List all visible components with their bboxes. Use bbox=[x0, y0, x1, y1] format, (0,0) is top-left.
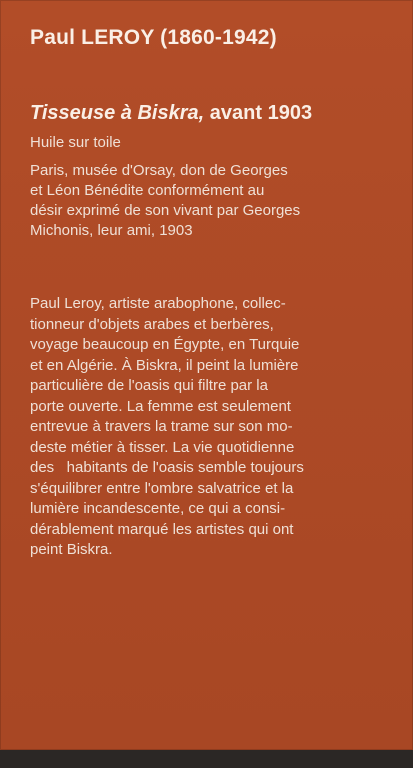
description-line: voyage beaucoup en Égypte, en Turquie bbox=[30, 336, 300, 353]
description-line: deste métier à tisser. La vie quotidienn… bbox=[30, 438, 295, 456]
description-line: lumière incandescente, ce qui a consi- bbox=[30, 500, 286, 517]
description-line: dérablement marqué les artistes qui ont bbox=[30, 520, 294, 538]
artwork-date: avant 1903 bbox=[209, 102, 313, 124]
label-content: Paul LEROY (1860-1942) Tisseuse à Biskra… bbox=[30, 22, 390, 561]
description-line: tionneur d'objets arabes et berbères, bbox=[30, 315, 274, 333]
description-line: des habitants de l'oasis semble toujours bbox=[30, 459, 304, 476]
artwork-title-italic: Tisseuse à Biskra, bbox=[30, 102, 205, 124]
description-line: porte ouverte. La femme est seulement bbox=[30, 397, 291, 415]
artwork-description: Paul Leroy, artiste arabophone, collec- … bbox=[30, 294, 390, 561]
artist-name: Paul LEROY (1860-1942) bbox=[30, 26, 277, 49]
provenance-line: désir exprimé de son vivant par Georges bbox=[30, 202, 301, 219]
description-line: entrevue à travers la trame sur son mo- bbox=[30, 418, 293, 435]
description-line: Paul Leroy, artiste arabophone, collec- bbox=[30, 295, 286, 312]
description-line: peint Biskra. bbox=[30, 541, 113, 558]
artwork-provenance: Paris, musée d'Orsay, don de Georges et … bbox=[30, 161, 390, 241]
provenance-line: Michonis, leur ami, 1903 bbox=[30, 222, 193, 239]
description-line: s'équilibrer entre l'ombre salvatrice et… bbox=[30, 479, 294, 497]
wall-shadow-strip bbox=[0, 750, 413, 768]
description-line: particulière de l'oasis qui filtre par l… bbox=[30, 377, 268, 394]
provenance-line: et Léon Bénédite conformément au bbox=[30, 182, 265, 199]
provenance-line: Paris, musée d'Orsay, don de Georges bbox=[30, 162, 288, 179]
artwork-medium: Huile sur toile bbox=[30, 134, 121, 151]
description-line: et en Algérie. À Biskra, il peint la lum… bbox=[30, 356, 299, 374]
artwork-title: Tisseuse à Biskra, avant 1903 bbox=[30, 100, 390, 126]
museum-label-panel: Paul LEROY (1860-1942) Tisseuse à Biskra… bbox=[0, 0, 413, 750]
